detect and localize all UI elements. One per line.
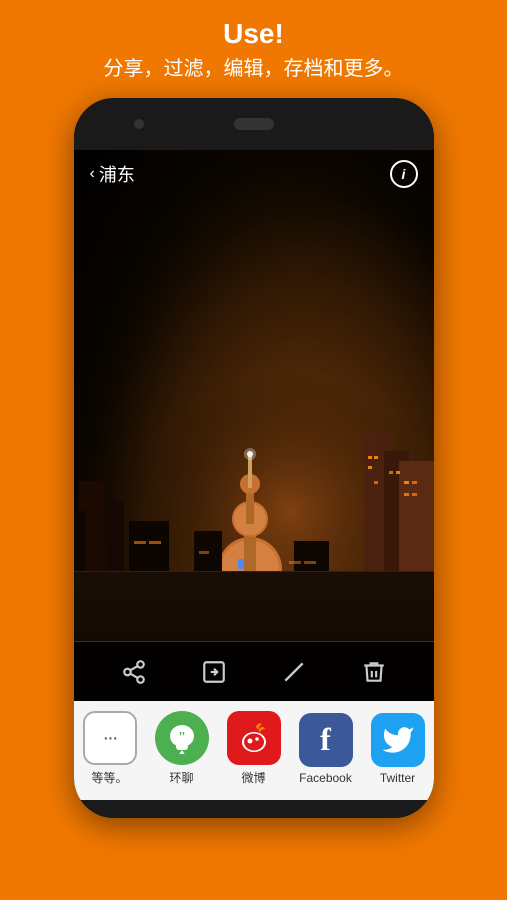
info-icon: i (402, 166, 406, 182)
app-item-huanping[interactable]: " 环聊 (155, 711, 209, 786)
edit-button[interactable] (274, 652, 314, 692)
twitter-bird-svg (381, 723, 415, 757)
phone-camera (134, 119, 144, 129)
twitter-icon (371, 713, 425, 767)
page-title: Use! (223, 18, 284, 50)
app-item-facebook[interactable]: f Facebook (299, 713, 353, 785)
nav-header: ‹ 浦东 i (74, 150, 434, 198)
weibo-svg (235, 719, 273, 757)
app-item-twitter[interactable]: Twitter (371, 713, 425, 785)
nav-title: 浦东 (99, 161, 135, 187)
delete-button[interactable] (354, 652, 394, 692)
weibo-icon (227, 711, 281, 765)
chevron-left-icon: ‹ (90, 165, 95, 183)
page-subtitle: 分享，过滤，编辑，存档和更多。 (104, 56, 404, 82)
app-label-more: 等等。 (91, 769, 127, 786)
app-item-weibo[interactable]: 微博 (227, 711, 281, 786)
phone-bottom-bar (74, 800, 434, 818)
city-photo: ‹ 浦东 i (74, 150, 434, 701)
huanping-icon: " (155, 711, 209, 765)
hangouts-svg: " (166, 722, 198, 754)
phone-top-bar (74, 98, 434, 150)
app-label-facebook: Facebook (299, 771, 352, 785)
share-button[interactable] (114, 652, 154, 692)
svg-text:": " (178, 730, 186, 745)
app-item-more[interactable]: ··· 等等。 (83, 711, 137, 786)
top-header: Use! 分享，过滤，编辑，存档和更多。 (0, 0, 507, 98)
import-button[interactable] (194, 652, 234, 692)
more-dots: ··· (103, 727, 117, 750)
phone-mockup: ‹ 浦东 i (74, 98, 434, 818)
app-label-twitter: Twitter (380, 771, 415, 785)
facebook-icon: f (299, 713, 353, 767)
phone-screen: ‹ 浦东 i (74, 150, 434, 800)
back-button[interactable]: ‹ 浦东 (90, 161, 135, 187)
info-button[interactable]: i (390, 160, 418, 188)
share-apps-row: ··· 等等。 " 环聊 (74, 701, 434, 800)
bottom-toolbar (74, 641, 434, 701)
phone-speaker (234, 118, 274, 130)
more-icon: ··· (83, 711, 137, 765)
app-label-weibo: 微博 (241, 769, 265, 786)
app-label-huanping: 环聊 (169, 769, 193, 786)
